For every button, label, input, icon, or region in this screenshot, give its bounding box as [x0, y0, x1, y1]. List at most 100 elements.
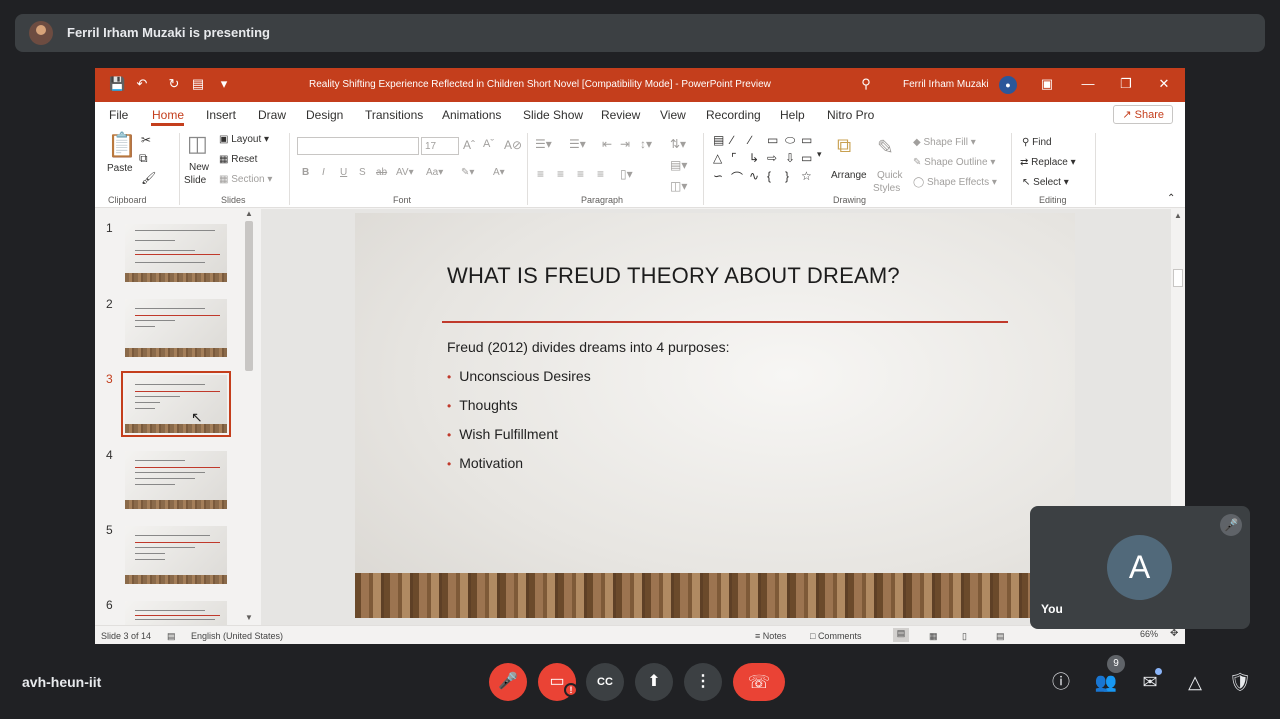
reset-button[interactable]: ▦ Reset [219, 154, 257, 165]
tab-home[interactable]: Home [152, 108, 184, 122]
self-video-tile[interactable]: 🎤 A You [1030, 506, 1250, 629]
presenter-view-icon[interactable]: ▤ [191, 77, 205, 91]
slide-thumbnail-5[interactable] [125, 526, 227, 584]
ribbon-display-icon[interactable]: ▣ [1040, 77, 1054, 91]
normal-view-icon[interactable]: ▤ [893, 628, 909, 642]
oval-shape-icon[interactable]: ⬭ [785, 133, 795, 148]
tab-file[interactable]: File [109, 108, 128, 122]
redo-icon[interactable]: ↻ [167, 77, 181, 91]
shape-fill-button[interactable]: ◆ Shape Fill ▾ [913, 137, 976, 148]
clear-format-icon[interactable]: A⊘ [504, 138, 522, 152]
arrow-right-shape-icon[interactable]: ⇨ [767, 151, 777, 165]
italic-icon[interactable]: I [322, 167, 325, 178]
section-button[interactable]: ▦ Section ▾ [219, 174, 272, 185]
meeting-info-icon[interactable]: ⓘ [1049, 670, 1073, 694]
copy-icon[interactable]: ⧉ [139, 151, 148, 166]
end-call-button[interactable]: ☏ [733, 663, 785, 701]
tab-slide-show[interactable]: Slide Show [523, 108, 583, 122]
char-spacing-icon[interactable]: AV▾ [396, 167, 414, 178]
font-color-icon[interactable]: A▾ [493, 167, 505, 178]
select-button[interactable]: ↖ Select ▾ [1022, 177, 1069, 188]
slide-sorter-icon[interactable]: ▦ [929, 631, 938, 642]
increase-indent-icon[interactable]: ⇥ [620, 137, 630, 151]
slide-bullet[interactable]: • Motivation [447, 455, 523, 471]
align-center-icon[interactable]: ≡ [557, 167, 564, 181]
decrease-font-icon[interactable]: Aˇ [483, 138, 494, 150]
decrease-indent-icon[interactable]: ⇤ [602, 137, 612, 151]
slide-thumbnail-2[interactable] [125, 299, 227, 357]
more-options-button[interactable]: ⋮ [684, 663, 722, 701]
fit-slide-icon[interactable]: ✥ [1170, 628, 1178, 639]
highlight-icon[interactable]: ✎▾ [461, 167, 474, 178]
tab-animations[interactable]: Animations [442, 108, 501, 122]
replace-button[interactable]: ⇄ Replace ▾ [1020, 157, 1076, 168]
strikethrough-icon[interactable]: ab [376, 167, 387, 178]
text-direction-icon[interactable]: ⇅▾ [670, 137, 686, 151]
rectangle-shape-icon[interactable]: ▭ [767, 133, 778, 147]
tab-review[interactable]: Review [601, 108, 640, 122]
connector-shape-icon[interactable]: ⌜ [731, 151, 737, 165]
new-slide-label-2[interactable]: Slide [184, 175, 206, 186]
slide-title[interactable]: WHAT IS FREUD THEORY ABOUT DREAM? [447, 263, 900, 289]
customize-qat-icon[interactable]: ▾ [217, 77, 231, 91]
current-slide[interactable]: WHAT IS FREUD THEORY ABOUT DREAM? Freud … [355, 213, 1075, 618]
align-right-icon[interactable]: ≡ [577, 167, 584, 181]
bullets-icon[interactable]: ☰▾ [535, 137, 552, 151]
notes-button[interactable]: ≡ Notes [755, 631, 786, 641]
paste-label[interactable]: Paste [107, 163, 133, 174]
shape-effects-button[interactable]: ◯ Shape Effects ▾ [913, 177, 997, 188]
line-spacing-icon[interactable]: ↕▾ [640, 137, 652, 151]
slide-bullet[interactable]: • Unconscious Desires [447, 368, 591, 384]
arrange-icon[interactable]: ⧉ [837, 135, 851, 158]
activities-icon[interactable]: △ [1183, 670, 1207, 694]
tab-view[interactable]: View [660, 108, 686, 122]
slide-bullet[interactable]: • Thoughts [447, 397, 518, 413]
slide-bullet[interactable]: • Wish Fulfillment [447, 426, 558, 442]
host-controls-icon[interactable]: 🛡 [1228, 670, 1252, 694]
quick-styles-icon[interactable]: ✎ [877, 135, 894, 160]
undo-icon[interactable]: ↶ [135, 77, 149, 91]
scroll-up-icon[interactable]: ▲ [1174, 211, 1182, 220]
brace-left-shape-icon[interactable]: { [767, 169, 771, 183]
people-icon[interactable]: 👥 [1094, 670, 1118, 694]
justify-icon[interactable]: ≡ [597, 167, 604, 181]
underline-icon[interactable]: U [340, 167, 347, 178]
restore-icon[interactable]: ❐ [1119, 77, 1133, 91]
share-button[interactable]: ↗ Share [1113, 105, 1173, 124]
captions-button[interactable]: CC [586, 663, 624, 701]
textbox-shape-icon[interactable]: ▤ [713, 133, 724, 147]
tab-recording[interactable]: Recording [706, 108, 761, 122]
gallery-more-icon[interactable]: ▾ [817, 149, 822, 160]
arc-shape-icon[interactable]: ⌒ [731, 169, 743, 186]
shape-icon[interactable]: ▭ [801, 151, 812, 165]
tab-design[interactable]: Design [306, 108, 343, 122]
brace-right-shape-icon[interactable]: } [785, 169, 789, 183]
quick-styles-label-2[interactable]: Styles [873, 183, 900, 194]
change-case-icon[interactable]: Aa▾ [426, 167, 443, 178]
font-name-field[interactable] [297, 137, 419, 155]
new-slide-label[interactable]: New [189, 162, 209, 173]
zoom-level[interactable]: 66% [1140, 629, 1158, 639]
reading-view-icon[interactable]: ▯ [962, 631, 967, 642]
microphone-off-button[interactable]: 🎤 [489, 663, 527, 701]
slide-thumbnail-1[interactable] [125, 224, 227, 282]
save-icon[interactable]: 💾 [109, 77, 125, 91]
minimize-icon[interactable]: — [1081, 77, 1095, 91]
slide-thumbnail-3-selected[interactable] [121, 371, 231, 437]
user-avatar-icon[interactable]: ● [999, 76, 1017, 94]
language-status[interactable]: English (United States) [191, 631, 283, 641]
increase-font-icon[interactable]: Aˆ [463, 138, 475, 152]
scroll-down-icon[interactable]: ▼ [245, 613, 253, 622]
triangle-shape-icon[interactable]: △ [713, 151, 722, 165]
bold-icon[interactable]: B [302, 167, 309, 178]
accessibility-icon[interactable]: ▤ [167, 631, 176, 642]
slide-intro-text[interactable]: Freud (2012) divides dreams into 4 purpo… [447, 339, 729, 355]
font-size-field[interactable]: 17 [421, 137, 459, 155]
curve-shape-icon[interactable]: ∽ [713, 169, 723, 183]
arrange-label[interactable]: Arrange [831, 170, 867, 181]
columns-icon[interactable]: ▯▾ [620, 167, 633, 181]
tab-insert[interactable]: Insert [206, 108, 236, 122]
tab-transitions[interactable]: Transitions [365, 108, 423, 122]
find-button[interactable]: ⚲ Find [1022, 137, 1052, 148]
scroll-thumb[interactable] [245, 221, 253, 371]
